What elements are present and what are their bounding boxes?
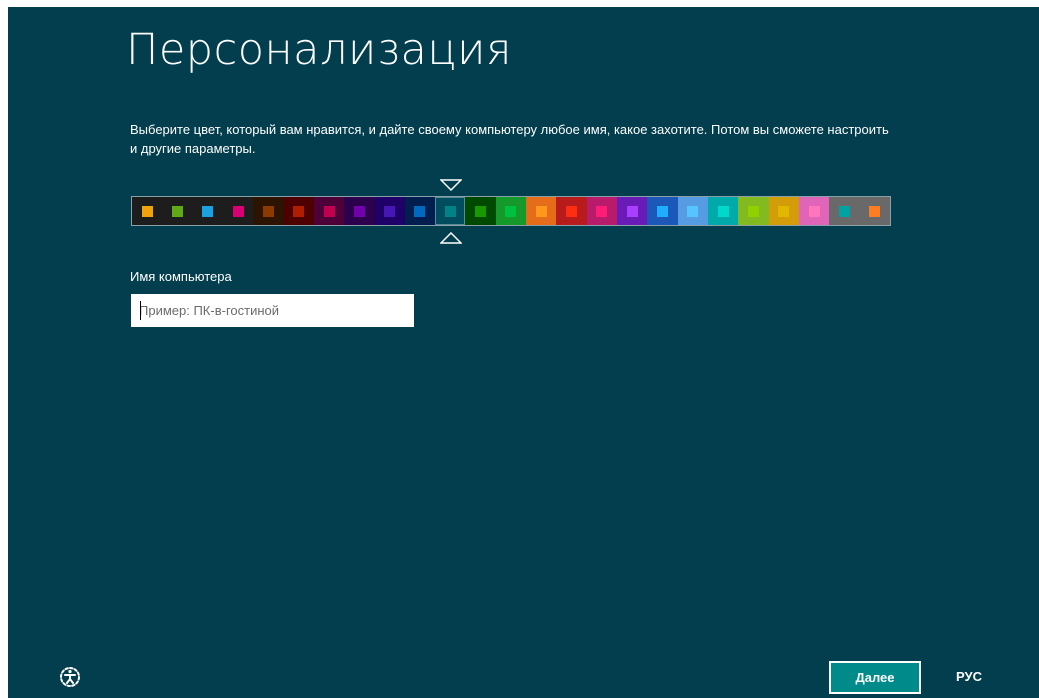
color-swatch[interactable] — [556, 197, 587, 225]
color-swatch[interactable] — [192, 197, 223, 225]
color-swatch-chip — [747, 205, 759, 217]
color-swatch-chip — [202, 205, 214, 217]
page-title: Персонализация — [126, 25, 512, 75]
color-swatch[interactable] — [374, 197, 405, 225]
color-swatch-chip — [353, 205, 365, 217]
color-picker[interactable] — [131, 196, 891, 226]
color-swatch[interactable] — [283, 197, 314, 225]
ease-of-access-icon[interactable] — [58, 665, 82, 689]
color-swatch-chip — [505, 205, 517, 217]
color-swatch[interactable] — [404, 197, 436, 225]
color-swatch-chip — [596, 205, 608, 217]
color-swatch[interactable] — [253, 197, 284, 225]
color-swatch[interactable] — [222, 197, 254, 225]
color-swatch[interactable] — [647, 197, 678, 225]
color-swatch-chip — [141, 205, 153, 217]
color-swatch-chip — [717, 205, 729, 217]
color-swatch-chip — [414, 205, 426, 217]
color-swatch-chip — [293, 205, 305, 217]
color-swatch-chip — [535, 205, 547, 217]
page-description: Выберите цвет, который вам нравится, и д… — [130, 122, 889, 156]
color-swatch-chip — [869, 205, 881, 217]
color-swatch[interactable] — [132, 197, 163, 225]
color-swatch[interactable] — [768, 197, 799, 225]
language-indicator[interactable]: РУС — [956, 669, 982, 684]
color-swatch[interactable] — [313, 197, 345, 225]
color-swatch[interactable] — [738, 197, 769, 225]
color-swatch[interactable] — [495, 197, 527, 225]
color-swatch[interactable] — [677, 197, 708, 225]
color-swatch[interactable] — [435, 197, 466, 225]
color-swatch[interactable] — [829, 197, 860, 225]
color-swatch-chip — [838, 205, 850, 217]
selection-marker-bottom-icon — [440, 232, 462, 244]
color-swatch-chip — [475, 205, 487, 217]
text-caret — [140, 301, 141, 320]
computer-name-input[interactable] — [131, 294, 414, 327]
color-swatch[interactable] — [617, 197, 648, 225]
color-swatch[interactable] — [798, 197, 830, 225]
color-swatch-chip — [687, 205, 699, 217]
color-swatch-chip — [232, 205, 244, 217]
setup-screen: Персонализация Выберите цвет, который ва… — [8, 7, 1039, 698]
color-swatch[interactable] — [707, 197, 739, 225]
color-swatch[interactable] — [859, 197, 890, 225]
color-swatch-chip — [808, 205, 820, 217]
color-swatch[interactable] — [162, 197, 193, 225]
next-button[interactable]: Далее — [829, 661, 921, 694]
color-swatch[interactable] — [586, 197, 617, 225]
color-swatch-chip — [566, 205, 578, 217]
color-swatch-chip — [656, 205, 668, 217]
color-swatch-chip — [323, 205, 335, 217]
selection-marker-top-icon — [440, 179, 462, 191]
computer-name-label: Имя компьютера — [130, 269, 232, 284]
color-swatch-chip — [171, 205, 183, 217]
color-swatch-chip — [444, 205, 456, 217]
color-swatch[interactable] — [465, 197, 496, 225]
color-swatch-chip — [262, 205, 274, 217]
color-swatch-chip — [384, 205, 396, 217]
color-swatch-chip — [626, 205, 638, 217]
color-swatch-chip — [778, 205, 790, 217]
color-swatch[interactable] — [344, 197, 375, 225]
color-swatch[interactable] — [526, 197, 557, 225]
